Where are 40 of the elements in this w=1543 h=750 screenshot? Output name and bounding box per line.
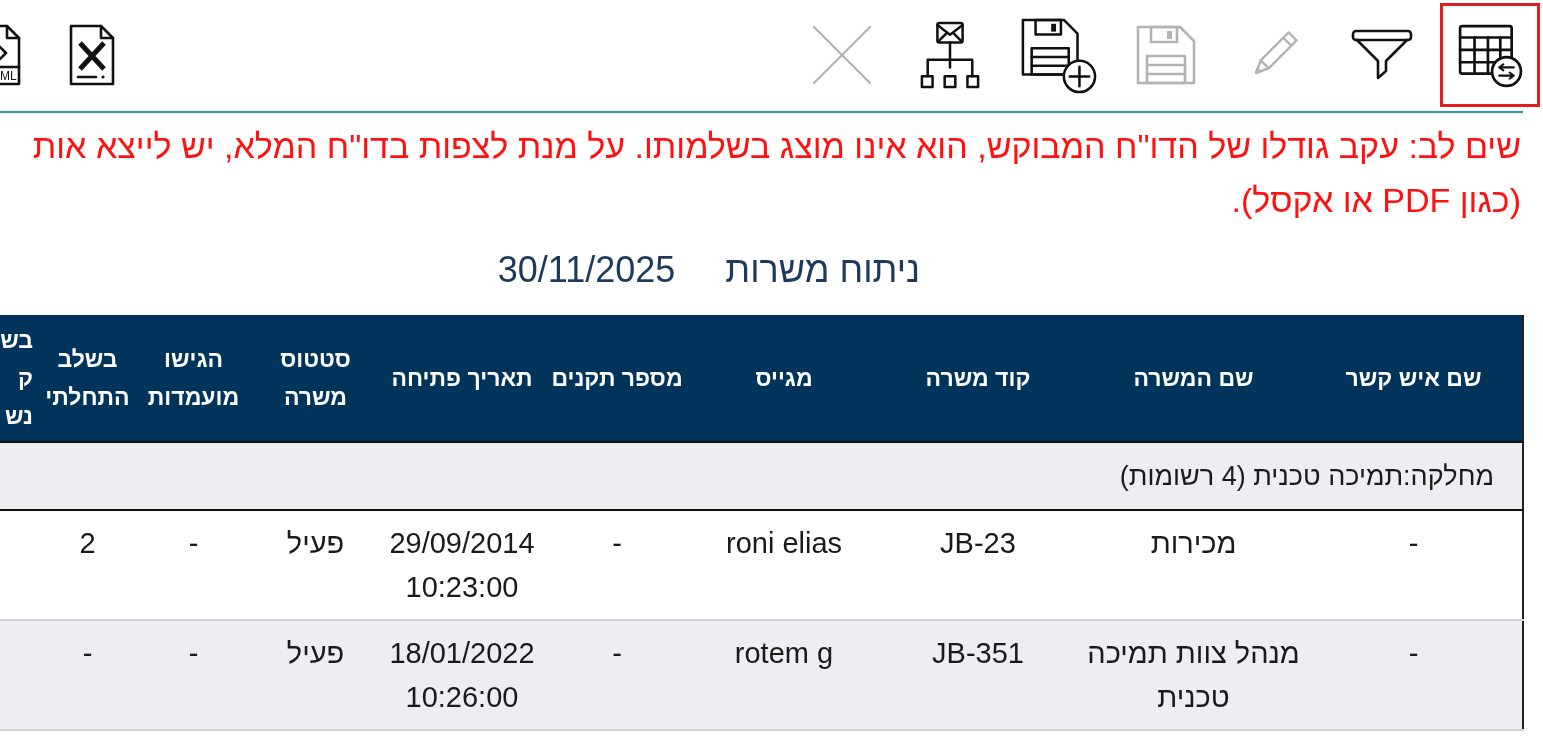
table-cell: roni elias	[694, 510, 874, 620]
table-cell: JB-23	[874, 510, 1082, 620]
code-file-icon[interactable]	[0, 23, 22, 87]
table-cell: JB-351	[874, 620, 1082, 730]
column-header: הגישו מועמדות	[140, 315, 247, 442]
group-header: מחלקה:תמיכה טכנית (4 רשומות)	[0, 442, 1523, 510]
column-header: תאריך פתיחה	[384, 315, 540, 442]
column-header: בשלב התחלתי	[35, 315, 140, 442]
spreadsheet-file-icon[interactable]	[68, 23, 116, 87]
close-icon	[810, 23, 874, 87]
table-cell: rotem g	[694, 620, 874, 730]
column-header: מגייס	[694, 315, 874, 442]
table-cell: פעיל	[247, 510, 384, 620]
column-header: מספר תקנים	[540, 315, 694, 442]
table-cell: פעיל	[247, 620, 384, 730]
columns-button[interactable]	[1440, 3, 1540, 107]
table-cell: מכירות	[1082, 510, 1305, 620]
report-date: 30/11/2025	[497, 248, 676, 292]
warning-message: שים לב: עקב גודלו של הדו"ח המבוקש, הוא אינו מוצג בשלמותו. על מנת לצפות בדו"ח המלא, יש לייצא אות (כגון PDF או אקסל).	[31, 126, 1522, 221]
table-cell: -	[1305, 620, 1523, 730]
column-header: סטטוס משרה	[247, 315, 384, 442]
table-cell: -	[540, 510, 694, 620]
column-header: בש ק נש	[0, 315, 35, 442]
envelope-hierarchy-icon	[919, 21, 981, 89]
column-header: קוד משרה	[874, 315, 1082, 442]
table-cell: 29/09/2014 10:23:00	[384, 510, 540, 620]
table-cell: -	[140, 510, 247, 620]
table-cell: -	[1305, 510, 1523, 620]
table-arrows-icon	[1457, 22, 1523, 88]
column-header: שם המשרה	[1082, 315, 1305, 442]
table-cell: -	[35, 620, 140, 730]
table-cell: 18/01/2022 10:26:00	[384, 620, 540, 730]
column-header: שם איש קשר	[1305, 315, 1523, 442]
file-type-label: ML	[0, 69, 17, 83]
table-cell: -	[140, 620, 247, 730]
table-cell: 2	[35, 510, 140, 620]
floppy-disk-plus-icon	[1019, 16, 1097, 94]
table-cell: -	[540, 620, 694, 730]
report-title: ניתוח משרות	[725, 248, 920, 292]
table-cell: מנהל צוות תמיכה טכנית	[1082, 620, 1305, 730]
